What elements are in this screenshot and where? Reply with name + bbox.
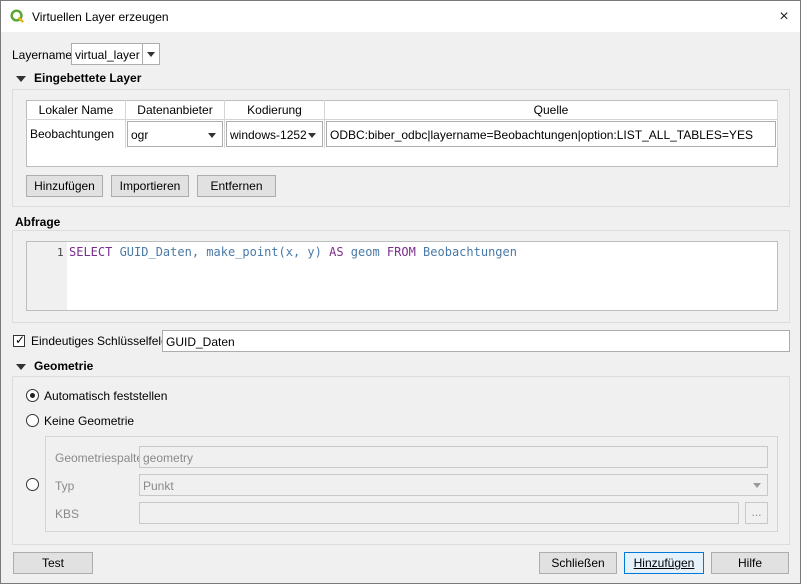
- geometry-column-label: Geometriespalte: [55, 451, 144, 465]
- embedded-layers-table: Lokaler Name Datenanbieter Kodierung Que…: [26, 100, 778, 167]
- line-number: 1: [57, 246, 64, 259]
- geometry-column-value: geometry: [143, 451, 194, 465]
- query-editor[interactable]: 1 SELECT GUID_Daten, make_point(x, y) AS…: [26, 241, 778, 311]
- crs-label: KBS: [55, 507, 80, 521]
- checkmark-icon: ✓: [15, 333, 26, 347]
- qgis-logo-icon: [10, 9, 24, 23]
- column-header-local-name[interactable]: Lokaler Name: [26, 100, 126, 120]
- chevron-down-icon[interactable]: [306, 122, 322, 146]
- empty-row: [27, 148, 778, 167]
- remove-layer-button[interactable]: Entfernen: [197, 175, 276, 197]
- code-table: Beobachtungen: [415, 245, 517, 259]
- encoding-value: windows-1252: [230, 128, 307, 142]
- encoding-combo[interactable]: windows-1252: [226, 121, 323, 147]
- provider-value: ogr: [131, 128, 149, 142]
- collapse-triangle-icon[interactable]: [16, 76, 26, 82]
- help-button[interactable]: Hilfe: [711, 552, 789, 574]
- column-header-provider[interactable]: Datenanbieter: [125, 100, 225, 120]
- title-bar: Virtuellen Layer erzeugen ×: [1, 1, 800, 32]
- auto-detect-label: Automatisch feststellen: [44, 389, 168, 403]
- keyword-select: SELECT: [69, 245, 113, 259]
- type-combo[interactable]: Punkt: [139, 474, 768, 496]
- code-alias: geom: [343, 245, 387, 259]
- auto-detect-radio[interactable]: [26, 389, 39, 402]
- layername-value: virtual_layer: [75, 48, 140, 62]
- embedded-section-title: Eingebettete Layer: [34, 71, 142, 85]
- close-icon[interactable]: ×: [769, 4, 799, 29]
- provider-combo[interactable]: ogr: [127, 121, 223, 147]
- keyword-as: AS: [329, 245, 344, 259]
- query-code[interactable]: SELECT GUID_Daten, make_point(x, y) AS g…: [69, 245, 517, 259]
- query-section-title: Abfrage: [15, 215, 61, 229]
- no-geometry-radio[interactable]: [26, 414, 39, 427]
- chevron-down-icon[interactable]: [142, 44, 159, 64]
- column-header-source[interactable]: Quelle: [324, 100, 778, 120]
- chevron-down-icon[interactable]: [206, 122, 222, 146]
- no-geometry-label: Keine Geometrie: [44, 414, 135, 428]
- manual-geometry-radio[interactable]: [26, 478, 39, 491]
- code-fields: GUID_Daten, make_point(x, y): [112, 245, 330, 259]
- layername-combo[interactable]: virtual_layer: [71, 43, 160, 65]
- add-layer-button[interactable]: Hinzufügen: [26, 175, 103, 197]
- source-field[interactable]: ODBC:biber_odbc|layername=Beobachtungen|…: [326, 121, 776, 147]
- cell-encoding[interactable]: windows-1252: [224, 119, 325, 148]
- keyword-from: FROM: [386, 245, 416, 259]
- cell-provider[interactable]: ogr: [125, 119, 225, 148]
- cell-local-name[interactable]: Beobachtungen: [26, 119, 126, 148]
- unique-key-field[interactable]: GUID_Daten: [162, 330, 790, 352]
- test-button[interactable]: Test: [13, 552, 93, 574]
- geometry-section-title: Geometrie: [34, 359, 94, 373]
- close-button[interactable]: Schließen: [539, 552, 617, 574]
- source-value: ODBC:biber_odbc|layername=Beobachtungen|…: [330, 128, 753, 142]
- unique-key-checkbox[interactable]: ✓: [13, 333, 26, 347]
- unique-key-label: Eindeutiges Schlüsselfeld: [31, 334, 168, 348]
- cell-source[interactable]: ODBC:biber_odbc|layername=Beobachtungen|…: [324, 119, 778, 148]
- dialog-window: Virtuellen Layer erzeugen × Layername vi…: [0, 0, 801, 584]
- geometry-column-field[interactable]: geometry: [139, 446, 768, 468]
- local-name-value: Beobachtungen: [30, 127, 115, 141]
- crs-select-button[interactable]: ...: [745, 502, 768, 524]
- unique-key-value: GUID_Daten: [166, 335, 235, 349]
- add-button[interactable]: Hinzufügen: [624, 552, 704, 574]
- chevron-down-icon[interactable]: [753, 483, 761, 488]
- collapse-triangle-icon[interactable]: [16, 364, 26, 370]
- import-button[interactable]: Importieren: [111, 175, 189, 197]
- crs-field[interactable]: [139, 502, 739, 524]
- window-title: Virtuellen Layer erzeugen: [32, 10, 169, 24]
- type-value: Punkt: [143, 479, 174, 493]
- layername-label: Layername: [12, 48, 73, 62]
- column-header-encoding[interactable]: Kodierung: [224, 100, 325, 120]
- type-label: Typ: [55, 479, 75, 493]
